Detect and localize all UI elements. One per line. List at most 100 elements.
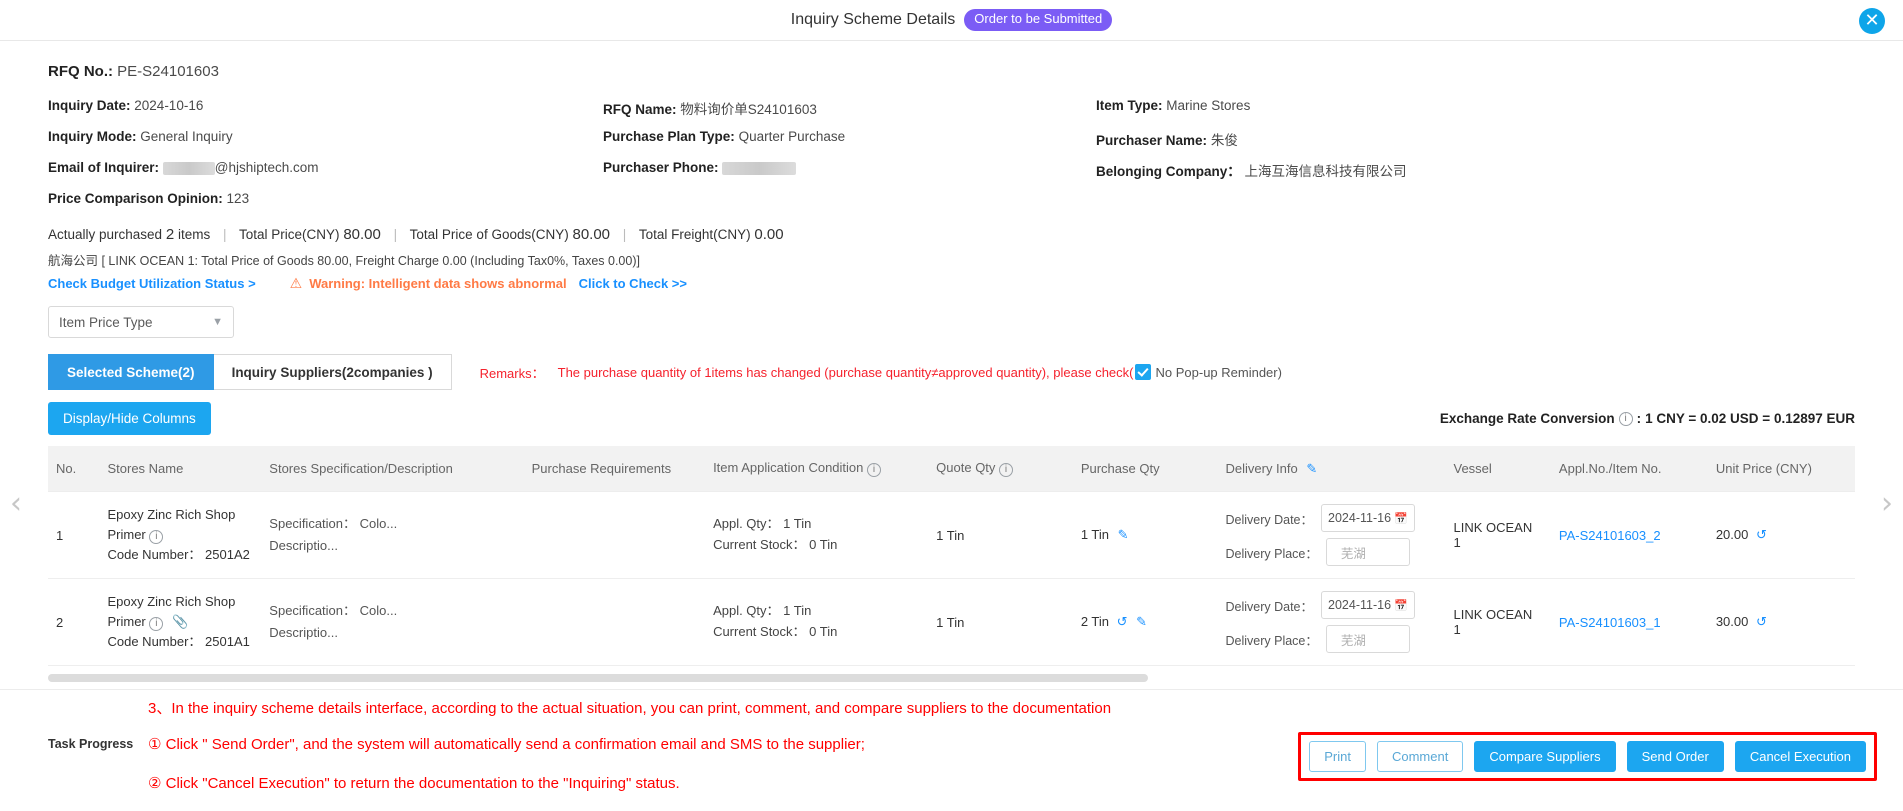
- field-item-type: Item Type: Marine Stores: [1096, 98, 1855, 118]
- total-goods-value: 80.00: [572, 226, 611, 243]
- tab-inquiry-suppliers[interactable]: Inquiry Suppliers(2companies ): [213, 354, 452, 390]
- spec-text: Specification： Colo...: [269, 515, 398, 531]
- info-icon[interactable]: i: [149, 616, 164, 631]
- spec-text: Specification： Colo...: [269, 602, 398, 618]
- current-stock-value: 0 Tin: [809, 537, 838, 552]
- delivery-date-input[interactable]: 2024-11-16 📅: [1321, 591, 1415, 619]
- click-to-check-link[interactable]: Click to Check >>: [579, 276, 687, 291]
- table-toolbar: Display/Hide Columns Exchange Rate Conve…: [48, 402, 1855, 435]
- appl-no-link[interactable]: PA-S24101603_2: [1559, 528, 1661, 543]
- code-number-value: 2501A1: [205, 634, 250, 650]
- field-value: Marine Stores: [1166, 98, 1251, 113]
- cancel-execution-button[interactable]: Cancel Execution: [1734, 741, 1866, 772]
- annotation-line-2: ① Click " Send Order", and the system wi…: [148, 736, 865, 753]
- edit-pencil-icon[interactable]: ✎: [1118, 527, 1129, 542]
- delivery-place-input[interactable]: 芜湖: [1325, 625, 1410, 653]
- calendar-icon: 📅: [1394, 599, 1408, 612]
- edit-pencil-icon[interactable]: ✎: [1136, 614, 1147, 629]
- prev-record-arrow[interactable]: ‹: [10, 489, 22, 519]
- field-label: Purchaser Name:: [1096, 133, 1208, 148]
- info-icon[interactable]: i: [1618, 411, 1633, 426]
- info-icon[interactable]: i: [867, 463, 881, 477]
- appl-qty-line: Appl. Qty： 1 Tin: [713, 601, 920, 622]
- delivery-place-label: Delivery Place：: [1225, 633, 1318, 648]
- revert-icon[interactable]: ↺: [1756, 614, 1767, 629]
- code-number-line: Code Number： 2501A1: [107, 632, 253, 652]
- calendar-icon: 📅: [1394, 512, 1408, 525]
- supplier-breakdown-line: 航海公司 [ LINK OCEAN 1: Total Price of Good…: [48, 254, 640, 268]
- appl-no-link[interactable]: PA-S24101603_1: [1559, 615, 1661, 630]
- total-price-label: Total Price(CNY): [239, 227, 340, 242]
- th-label: Delivery Info: [1225, 460, 1298, 476]
- delivery-place-row: Delivery Place： 芜湖: [1225, 538, 1437, 566]
- cell-delivery-info: Delivery Date： 2024-11-16 📅 Delivery Pla…: [1217, 578, 1446, 666]
- code-number-value: 2501A2: [205, 547, 250, 563]
- cell-purchase-qty: 2 Tin ↺ ✎: [1072, 578, 1218, 666]
- items-table-wrap: No. Stores Name Stores Specification/Des…: [48, 446, 1855, 682]
- field-inquiry-date: Inquiry Date: 2024-10-16: [48, 98, 603, 118]
- warning-icon: ⚠: [289, 275, 303, 291]
- current-stock-label: Current Stock：: [713, 624, 806, 639]
- divider: |: [622, 227, 627, 242]
- cell-unit-price: 30.00 ↺: [1707, 578, 1855, 666]
- check-budget-link[interactable]: Check Budget Utilization Status >: [48, 276, 256, 291]
- cell-stores-name: Epoxy Zinc Rich Shop Primer i 📎 Code Num…: [99, 578, 262, 666]
- th-purchase-requirements: Purchase Requirements: [523, 446, 706, 492]
- field-value: 物料询价单S24101603: [680, 102, 817, 117]
- rfq-no-value: PE-S24101603: [117, 63, 219, 80]
- purchased-count: 2: [165, 226, 175, 243]
- attachment-icon[interactable]: 📎: [172, 614, 188, 629]
- th-delivery-info: Delivery Info ✎: [1217, 446, 1446, 492]
- dialog-titlebar: Inquiry Scheme Details Order to be Submi…: [0, 0, 1903, 41]
- close-icon[interactable]: ✕: [1859, 8, 1885, 34]
- edit-pencil-icon[interactable]: ✎: [1306, 461, 1317, 476]
- send-order-button[interactable]: Send Order: [1626, 741, 1724, 772]
- display-hide-columns-button[interactable]: Display/Hide Columns: [48, 402, 211, 435]
- cell-quote-qty: 1 Tin: [928, 578, 1073, 666]
- divider: |: [393, 227, 398, 242]
- comment-button[interactable]: Comment: [1376, 741, 1464, 772]
- next-record-arrow[interactable]: ›: [1881, 489, 1893, 519]
- items-table: No. Stores Name Stores Specification/Des…: [48, 446, 1855, 666]
- delivery-place-input[interactable]: 芜湖: [1325, 538, 1410, 566]
- cell-stores-spec: Specification： Colo... Descriptio...: [261, 491, 524, 579]
- stores-name-text: Epoxy Zinc Rich Shop Primer i 📎: [107, 592, 253, 632]
- compare-suppliers-button[interactable]: Compare Suppliers: [1474, 741, 1616, 772]
- info-icon[interactable]: i: [149, 529, 164, 544]
- field-purchase-plan-type: Purchase Plan Type: Quarter Purchase: [603, 129, 1096, 149]
- titlebar-content: Inquiry Scheme Details Order to be Submi…: [791, 9, 1113, 31]
- field-email-of-inquirer: Email of Inquirer: @hjshiptech.com: [48, 160, 603, 180]
- field-purchaser-name: Purchaser Name: 朱俊: [1096, 129, 1855, 149]
- delivery-date-input[interactable]: 2024-11-16 📅: [1321, 504, 1415, 532]
- tab-selected-scheme[interactable]: Selected Scheme(2): [48, 354, 214, 390]
- print-button[interactable]: Print: [1309, 741, 1366, 772]
- purchase-qty-value: 2 Tin: [1080, 614, 1110, 629]
- info-icon[interactable]: i: [999, 463, 1014, 477]
- unit-price-value: 20.00: [1715, 527, 1749, 542]
- field-purchaser-phone: Purchaser Phone:: [603, 160, 1096, 180]
- revert-icon[interactable]: ↺: [1756, 527, 1767, 542]
- cell-appl-no: PA-S24101603_2: [1550, 491, 1708, 579]
- appl-qty-line: Appl. Qty： 1 Tin: [713, 514, 920, 535]
- delivery-date-label: Delivery Date：: [1225, 512, 1314, 527]
- annotation-line-1: 3、In the inquiry scheme details interfac…: [148, 700, 1112, 717]
- table-row[interactable]: 2 Epoxy Zinc Rich Shop Primer i 📎 Code N…: [48, 578, 1855, 666]
- status-badge: Order to be Submitted: [964, 9, 1113, 31]
- th-unit-price: Unit Price (CNY): [1707, 446, 1855, 492]
- horizontal-scrollbar[interactable]: [48, 674, 1148, 682]
- warning-text: Warning: Intelligent data shows abnormal: [309, 276, 567, 291]
- th-item-application-condition: Item Application Condition i: [705, 446, 929, 492]
- rfq-no-label: RFQ No.:: [48, 63, 113, 80]
- purchased-prefix: Actually purchased: [48, 227, 163, 242]
- revert-icon[interactable]: ↺: [1117, 614, 1128, 629]
- no-popup-reminder-checkbox[interactable]: [1134, 364, 1151, 380]
- unit-price-value: 30.00: [1715, 614, 1749, 629]
- task-progress-label[interactable]: Task Progress: [48, 737, 133, 751]
- item-price-type-select[interactable]: Item Price Type ▼: [48, 306, 234, 338]
- cell-unit-price: 20.00 ↺: [1707, 491, 1855, 579]
- cell-appl-no: PA-S24101603_1: [1550, 578, 1708, 666]
- table-row[interactable]: 1 Epoxy Zinc Rich Shop Primer i Code Num…: [48, 491, 1855, 579]
- th-no: No.: [48, 446, 100, 492]
- cell-purchase-requirements: [523, 578, 706, 666]
- remarks-label: Remarks：: [479, 365, 545, 381]
